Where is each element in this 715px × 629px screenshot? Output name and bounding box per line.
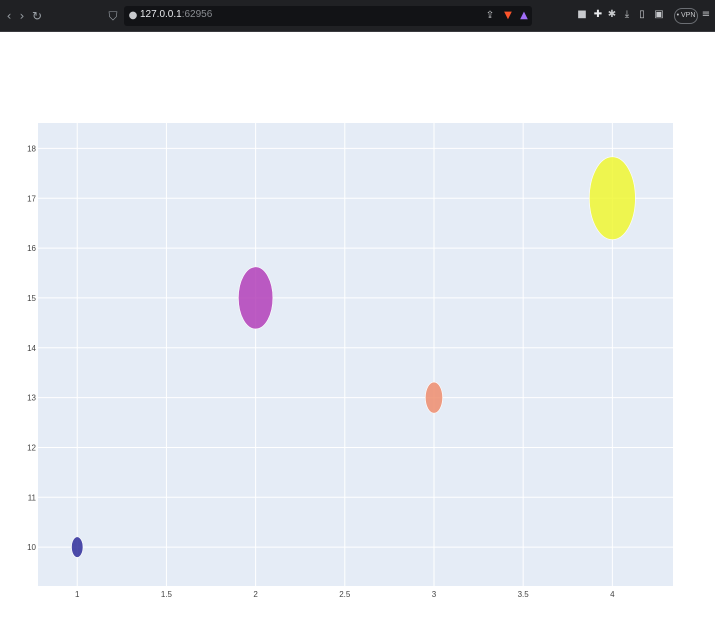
bookmark-icon[interactable]: ⛉ bbox=[106, 8, 120, 24]
x-tick-label: 4 bbox=[610, 590, 615, 599]
plot-area bbox=[38, 123, 673, 586]
y-tick-label: 16 bbox=[27, 244, 36, 253]
x-tick-label: 3.5 bbox=[518, 590, 530, 599]
extensions-icon[interactable]: ✱ bbox=[606, 8, 618, 22]
x-tick-label: 1 bbox=[75, 590, 80, 599]
wallet-icon[interactable]: ▣ bbox=[653, 8, 665, 22]
x-axis-ticks: 1 1.5 2 2.5 3 3.5 4 bbox=[75, 590, 615, 599]
share-icon[interactable]: ⇪ bbox=[484, 9, 496, 23]
bubble-point[interactable] bbox=[71, 536, 84, 558]
y-tick-label: 12 bbox=[27, 443, 36, 452]
forward-icon[interactable]: › bbox=[15, 8, 29, 24]
y-tick-label: 10 bbox=[27, 543, 36, 552]
y-tick-label: 15 bbox=[27, 294, 36, 303]
url-text: 127.0.0.1:62956 bbox=[140, 9, 213, 20]
reload-icon[interactable]: ↻ bbox=[30, 8, 44, 24]
y-axis-ticks: 10 11 12 13 14 15 16 17 18 bbox=[27, 144, 36, 552]
page-content: 1 1.5 2 2.5 3 3.5 4 10 11 12 13 14 15 16 17 18 bbox=[0, 32, 715, 629]
bubble-point[interactable] bbox=[425, 381, 443, 414]
scatter-chart: 1 1.5 2 2.5 3 3.5 4 10 11 12 13 14 15 16 17 18 bbox=[27, 123, 673, 599]
browser-toolbar: ‹ › ↻ ⛉ ● 127.0.0.1:62956 ⇪ ▼ ▲ ■ ✚ ✱ ⤓ … bbox=[0, 0, 715, 32]
y-tick-label: 18 bbox=[27, 144, 36, 153]
bubble-point[interactable] bbox=[238, 266, 274, 330]
y-tick-label: 17 bbox=[27, 194, 36, 203]
download-icon[interactable]: ⤓ bbox=[621, 8, 633, 22]
brave-shield-icon[interactable]: ▼ bbox=[502, 9, 514, 23]
site-info-icon[interactable]: ● bbox=[127, 9, 139, 23]
vpn-button[interactable]: • VPN bbox=[674, 8, 698, 24]
x-tick-label: 2 bbox=[253, 590, 258, 599]
y-tick-label: 11 bbox=[28, 493, 37, 502]
x-tick-label: 2.5 bbox=[339, 590, 351, 599]
address-bar[interactable]: ● 127.0.0.1:62956 ⇪ ▼ ▲ bbox=[124, 6, 532, 26]
menu-icon[interactable]: ≡ bbox=[700, 8, 712, 22]
bubble-point[interactable] bbox=[589, 156, 636, 240]
y-tick-label: 13 bbox=[27, 394, 36, 403]
sidebar-icon[interactable]: ▯ bbox=[636, 8, 648, 22]
brave-rewards-icon[interactable]: ▲ bbox=[518, 9, 530, 23]
x-tick-label: 3 bbox=[432, 590, 437, 599]
puzzle-icon[interactable]: ✚ bbox=[592, 8, 604, 22]
y-tick-label: 14 bbox=[27, 344, 36, 353]
x-tick-label: 1.5 bbox=[161, 590, 173, 599]
back-icon[interactable]: ‹ bbox=[2, 8, 16, 24]
extension-icon[interactable]: ■ bbox=[576, 8, 588, 22]
